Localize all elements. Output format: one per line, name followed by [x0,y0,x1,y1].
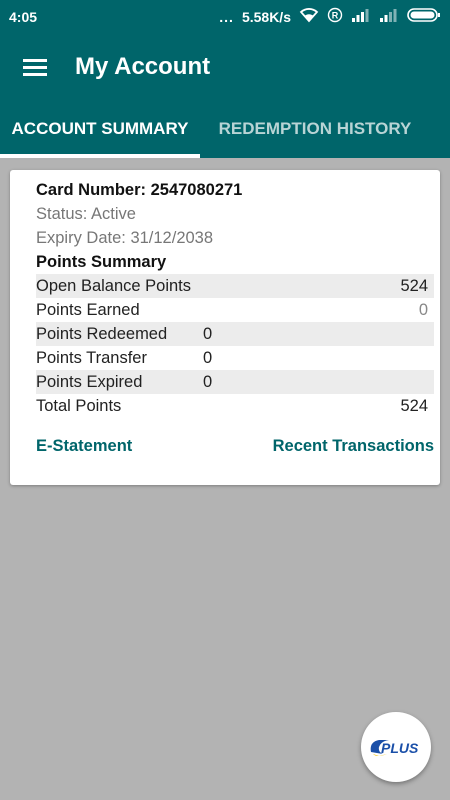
plus-logo-text: PLUS [381,740,419,756]
points-value: 0 [203,324,213,343]
status-icons: ... 5.58K/s R [219,7,441,26]
points-value: 0 [203,348,213,367]
points-row-expired: Points Expired 0 [36,370,434,394]
points-row-earned: Points Earned 0 [36,298,434,322]
tab-bar: ACCOUNT SUMMARY REDEMPTION HISTORY [0,100,450,158]
signal-icon [351,8,371,25]
points-label: Points Redeemed [36,324,168,343]
points-label: Open Balance Points [36,276,192,295]
svg-text:R: R [332,11,339,21]
points-label: Points Transfer [36,348,147,367]
points-label: Total Points [36,396,122,415]
points-value: 0 [203,372,213,391]
tab-redemption-history[interactable]: REDEMPTION HISTORY [200,100,430,158]
points-table: Open Balance Points 524 Points Earned 0 … [36,274,434,418]
points-summary-heading: Points Summary [36,253,167,271]
recent-transactions-link[interactable]: Recent Transactions [273,437,434,456]
e-statement-link[interactable]: E-Statement [36,437,132,456]
plus-logo-button[interactable]: PLUS [361,712,431,782]
battery-icon [407,7,441,26]
points-row-transfer: Points Transfer 0 [36,346,434,370]
app-bar: My Account [0,33,450,100]
account-summary-card: Card Number: 2547080271 Status: Active E… [10,170,440,485]
registered-icon: R [327,7,343,26]
card-number: Card Number: 2547080271 [36,181,243,199]
points-value: 524 [400,396,428,415]
card-status: Status: Active [36,205,136,223]
hamburger-menu-icon[interactable] [0,33,70,100]
points-label: Points Expired [36,372,143,391]
points-row-total: Total Points 524 [36,394,434,418]
wifi-icon [299,7,319,26]
points-row-open-balance: Open Balance Points 524 [36,274,434,298]
status-dots: ... [219,8,234,25]
points-label: Points Earned [36,300,140,319]
page-title: My Account [75,52,211,80]
network-speed: 5.58K/s [241,8,291,25]
status-time: 4:05 [9,8,38,25]
points-value: 0 [418,300,428,319]
card-expiry: Expiry Date: 31/12/2038 [36,229,214,247]
status-bar: 4:05 ... 5.58K/s R [0,0,450,33]
points-row-redeemed: Points Redeemed 0 [36,322,434,346]
points-value: 524 [400,276,428,295]
plus-logo-icon: PLUS [370,740,419,756]
signal-icon [379,8,399,25]
tab-account-summary[interactable]: ACCOUNT SUMMARY [0,100,200,158]
